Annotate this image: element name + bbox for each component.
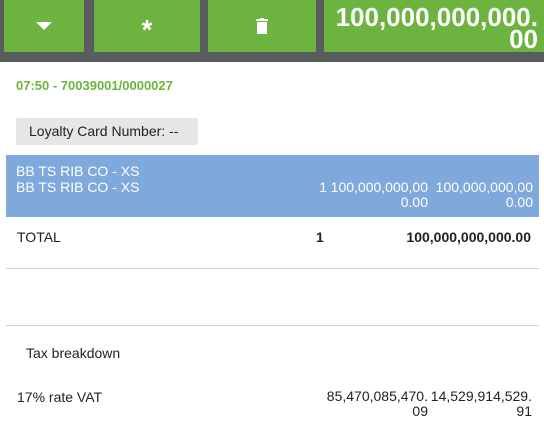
caret-down-icon	[36, 22, 52, 30]
toolbar: * 100,000,000,000.00	[0, 0, 544, 62]
line-item-price: 100,000,000,000.00	[330, 179, 428, 210]
tax-breakdown-title: Tax breakdown	[26, 345, 121, 361]
delete-button[interactable]	[208, 0, 316, 52]
grand-total-display: 100,000,000,000.00	[324, 0, 544, 52]
total-label: TOTAL	[17, 229, 61, 245]
trash-icon	[256, 18, 268, 34]
line-item-name: BB TS RIB CO - XS	[16, 163, 140, 179]
menu-dropdown-button[interactable]	[4, 0, 84, 52]
tax-rate-name: 17% rate VAT	[17, 389, 103, 405]
asterisk-icon: *	[141, 14, 153, 45]
total-row: TOTAL 1 100,000,000,000.00	[6, 217, 539, 269]
line-item-description: BB TS RIB CO - XS	[16, 179, 140, 195]
line-item-amount: 100,000,000,000.00	[435, 179, 533, 210]
section-divider	[6, 325, 539, 326]
selected-line-item[interactable]: BB TS RIB CO - XS BB TS RIB CO - XS 1 10…	[6, 155, 539, 217]
receipt-header: 07:50 - 70039001/0000027	[16, 78, 173, 93]
total-qty: 1	[316, 229, 324, 245]
asterisk-button[interactable]: *	[94, 0, 200, 52]
loyalty-card-button[interactable]: Loyalty Card Number: --	[16, 118, 198, 145]
tax-base-amount: 85,470,085,470.09	[326, 388, 428, 419]
total-amount: 100,000,000,000.00	[406, 229, 531, 245]
tax-amount: 14,529,914,529.91	[430, 388, 532, 419]
